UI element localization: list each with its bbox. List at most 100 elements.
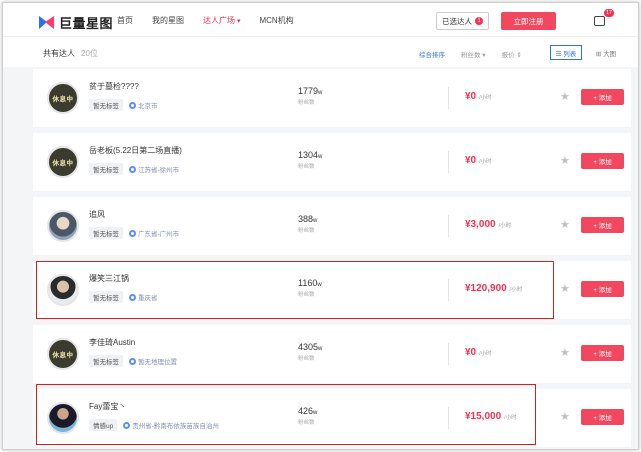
list-header: 共有达人 20位 综合排序 粉丝数 ▾ 报价 ⇕ ☰ 列表 ⊞ 大图 (3, 37, 638, 67)
category-tag: 暂无标签 (89, 355, 123, 367)
divider (448, 343, 449, 365)
talent-tags: 暂无标签 广东省-广州市 (89, 227, 179, 239)
talent-tags: 暂无标签 重庆省 (89, 291, 158, 303)
fans-number: 426 (298, 406, 314, 416)
talent-tags: 暂无标签 江苏省-徐州市 (89, 163, 179, 175)
selected-talents-label: 已选达人 (442, 16, 472, 26)
avatar[interactable] (47, 274, 79, 306)
talent-name[interactable]: 追风 (89, 209, 105, 220)
add-button[interactable]: + 添加 (581, 281, 624, 297)
talent-row: Fay蕾宝丶 情感up 贵州省-黔南布依族苗族自治州 426w 粉丝数 ¥15,… (33, 389, 631, 447)
location-text: 北京市 (138, 103, 158, 110)
register-button[interactable]: 立即注册 (501, 12, 556, 30)
category-tag: 暂无标签 (89, 163, 123, 175)
fans-unit: w (313, 218, 318, 224)
message-count-badge: 17 (604, 9, 615, 17)
total-label: 共有达人 (43, 49, 75, 58)
talent-name[interactable]: 李佳琦Austin (89, 337, 135, 348)
favorite-star-icon[interactable]: ★ (560, 90, 570, 103)
add-button[interactable]: + 添加 (581, 409, 624, 425)
fans-number: 4305 (298, 342, 319, 352)
logo-text: 巨量星图 (59, 16, 114, 31)
add-button[interactable]: + 添加 (581, 89, 624, 105)
location-pin-icon (129, 293, 136, 301)
sort-fans[interactable]: 粉丝数 ▾ (461, 49, 486, 59)
location: 暂无地理位置 (129, 356, 177, 366)
fans-label: 粉丝数 (298, 356, 315, 362)
fans-unit: w (318, 90, 323, 96)
add-button[interactable]: + 添加 (581, 217, 624, 233)
fans-number: 388 (298, 214, 314, 224)
divider (448, 407, 449, 429)
talent-tags: 情感up 贵州省-黔南布依族苗族自治州 (89, 419, 219, 431)
sort-price[interactable]: 报价 ⇕ (502, 49, 522, 59)
location-pin-icon (129, 101, 136, 109)
location-pin-icon (129, 357, 136, 365)
location: 北京市 (129, 100, 158, 110)
message-icon[interactable] (594, 16, 605, 26)
favorite-star-icon[interactable]: ★ (560, 410, 570, 423)
divider (448, 151, 449, 173)
category-tag: 暂无标签 (89, 99, 123, 111)
favorite-star-icon[interactable]: ★ (560, 218, 570, 231)
fans-count: 1160w 粉丝数 (298, 278, 358, 298)
talent-row: 休息中 贫于墓检???? 暂无标签 北京市 1779w 粉丝数 ¥0/小时 ★ … (33, 69, 631, 127)
location-pin-icon (123, 421, 131, 429)
fans-unit: w (317, 282, 322, 288)
nav-item-talent-square[interactable]: 达人广场 (203, 15, 240, 26)
list-view-toggle[interactable]: ☰ 列表 (550, 45, 582, 60)
add-button[interactable]: + 添加 (581, 153, 624, 169)
category-tag: 暂无标签 (89, 291, 123, 303)
avatar[interactable]: 休息中 (47, 338, 79, 370)
avatar[interactable] (47, 210, 79, 242)
divider (448, 279, 449, 301)
talent-name[interactable]: 岳老板(5.22日第二场直播) (89, 145, 182, 156)
logo-icon (39, 16, 55, 29)
talent-tags: 暂无标签 北京市 (89, 99, 158, 111)
price-unit: /小时 (479, 159, 492, 165)
resting-label: 休息中 (52, 160, 74, 167)
total-count: 共有达人 20位 (43, 48, 98, 59)
talent-name[interactable]: Fay蕾宝丶 (89, 401, 126, 412)
grid-view-toggle[interactable]: ⊞ 大图 (588, 45, 624, 60)
fans-unit: w (318, 346, 323, 352)
location-text: 广东省-广州市 (138, 231, 180, 238)
favorite-star-icon[interactable]: ★ (560, 282, 570, 295)
top-navigation-bar: 巨量星图 首页 我的星图 达人广场 MCN机构 已选达人 1 立即注册 17 (3, 3, 638, 37)
talent-tags: 暂无标签 暂无地理位置 (89, 355, 177, 367)
fans-label: 粉丝数 (298, 100, 315, 106)
selected-talents-button[interactable]: 已选达人 1 (436, 12, 489, 30)
price: ¥0/小时 (465, 155, 492, 166)
nav-item-mcn[interactable]: MCN机构 (259, 15, 293, 26)
price-value: ¥0 (465, 91, 477, 102)
talent-row: 休息中 岳老板(5.22日第二场直播) 暂无标签 江苏省-徐州市 1304w 粉… (33, 133, 631, 191)
price: ¥15,000/小时 (465, 411, 517, 422)
avatar[interactable]: 休息中 (47, 146, 79, 178)
location-text: 重庆省 (138, 295, 158, 302)
price: ¥120,900/小时 (465, 283, 522, 294)
location: 贵州省-黔南布依族苗族自治州 (123, 420, 219, 430)
logo[interactable]: 巨量星图 (39, 13, 113, 32)
price-unit: /小时 (479, 351, 492, 357)
talent-name[interactable]: 贫于墓检???? (89, 81, 139, 92)
avatar[interactable]: 休息中 (47, 82, 79, 114)
sort-comprehensive[interactable]: 综合排序 (419, 49, 445, 59)
fans-unit: w (318, 154, 323, 160)
fans-count: 1779w 粉丝数 (298, 86, 358, 106)
price-value: ¥0 (465, 347, 477, 358)
location-text: 江苏省-徐州市 (138, 167, 180, 174)
total-number: 20位 (81, 49, 98, 58)
favorite-star-icon[interactable]: ★ (560, 346, 570, 359)
nav-item-my-star-map[interactable]: 我的星图 (152, 15, 184, 26)
avatar[interactable] (47, 402, 79, 434)
fans-label: 粉丝数 (298, 292, 315, 298)
app-window: 巨量星图 首页 我的星图 达人广场 MCN机构 已选达人 1 立即注册 17 共… (2, 2, 639, 450)
favorite-star-icon[interactable]: ★ (560, 154, 570, 167)
fans-count: 426w 粉丝数 (298, 406, 358, 426)
nav-item-home[interactable]: 首页 (117, 15, 133, 26)
fans-label: 粉丝数 (298, 228, 315, 234)
add-button[interactable]: + 添加 (581, 345, 624, 361)
sort-options: 综合排序 粉丝数 ▾ 报价 ⇕ (419, 49, 522, 59)
talent-name[interactable]: 爆笑三江锅 (89, 273, 129, 284)
resting-label: 休息中 (52, 352, 74, 359)
